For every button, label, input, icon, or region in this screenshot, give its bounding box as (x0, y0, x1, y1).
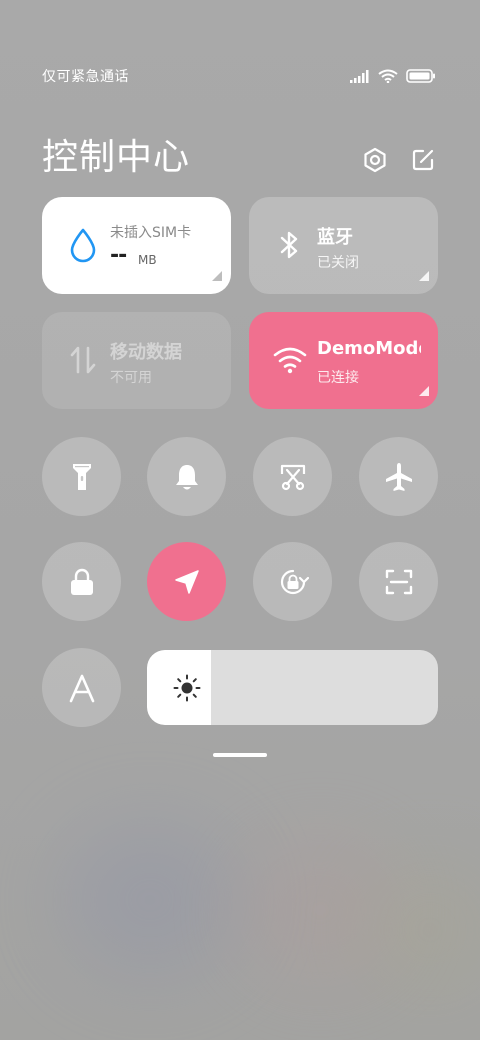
screenshot-icon (280, 464, 305, 490)
expand-corner-icon (212, 271, 222, 281)
brightness-slider[interactable] (147, 650, 438, 725)
water-drop-icon (66, 227, 100, 263)
mobile-data-tile[interactable]: 移动数据 不可用 (42, 312, 231, 409)
signal-icon (350, 70, 369, 83)
carrier-text: 仅可紧急通话 (42, 69, 129, 85)
status-icons (350, 69, 436, 83)
airplane-icon (385, 462, 412, 491)
auto-brightness-a-icon (69, 674, 94, 702)
header: 控制中心 (42, 124, 436, 184)
battery-icon (406, 69, 435, 83)
lock-screen-toggle[interactable] (42, 542, 121, 621)
location-toggle[interactable] (147, 542, 226, 621)
flashlight-icon (72, 463, 91, 490)
background-blur (60, 820, 240, 980)
wifi-tile[interactable]: DemoMode 已连接 (249, 312, 438, 409)
mobile-data-status: 不可用 (110, 370, 152, 386)
mobile-data-icon (66, 342, 100, 378)
bluetooth-status: 已关闭 (317, 255, 359, 271)
scanner-toggle[interactable] (359, 542, 438, 621)
bluetooth-tile[interactable]: 蓝牙 已关闭 (249, 197, 438, 294)
auto-brightness-toggle[interactable] (42, 648, 121, 727)
scan-icon (385, 569, 412, 594)
header-icons (362, 147, 436, 173)
lock-icon (70, 568, 93, 595)
location-arrow-icon (174, 569, 199, 594)
screenshot-toggle[interactable] (253, 437, 332, 516)
data-usage-unit: MB (138, 253, 157, 267)
bell-icon (175, 464, 198, 489)
drag-handle[interactable] (213, 753, 267, 757)
airplane-mode-toggle[interactable] (359, 437, 438, 516)
expand-corner-icon (419, 386, 429, 396)
data-usage-tile[interactable]: 未插入SIM卡 -- MB (42, 197, 231, 294)
wifi-network-name: DemoMode (317, 338, 421, 359)
page-title: 控制中心 (42, 137, 191, 178)
sun-icon (173, 674, 201, 702)
rotation-lock-toggle[interactable] (253, 542, 332, 621)
wifi-icon (378, 69, 398, 83)
wifi-status: 已连接 (317, 370, 359, 386)
mobile-data-title: 移动数据 (110, 342, 182, 363)
expand-corner-icon (419, 271, 429, 281)
mute-toggle[interactable] (147, 437, 226, 516)
rotation-lock-icon (280, 569, 309, 594)
edit-icon[interactable] (410, 147, 436, 173)
settings-icon[interactable] (362, 147, 388, 173)
sim-status-label: 未插入SIM卡 (110, 225, 192, 241)
status-bar: 仅可紧急通话 (42, 60, 436, 92)
data-usage-value: -- (110, 243, 127, 268)
wifi-icon (273, 342, 307, 378)
bluetooth-title: 蓝牙 (317, 227, 353, 248)
flashlight-toggle[interactable] (42, 437, 121, 516)
bluetooth-icon (273, 227, 307, 263)
